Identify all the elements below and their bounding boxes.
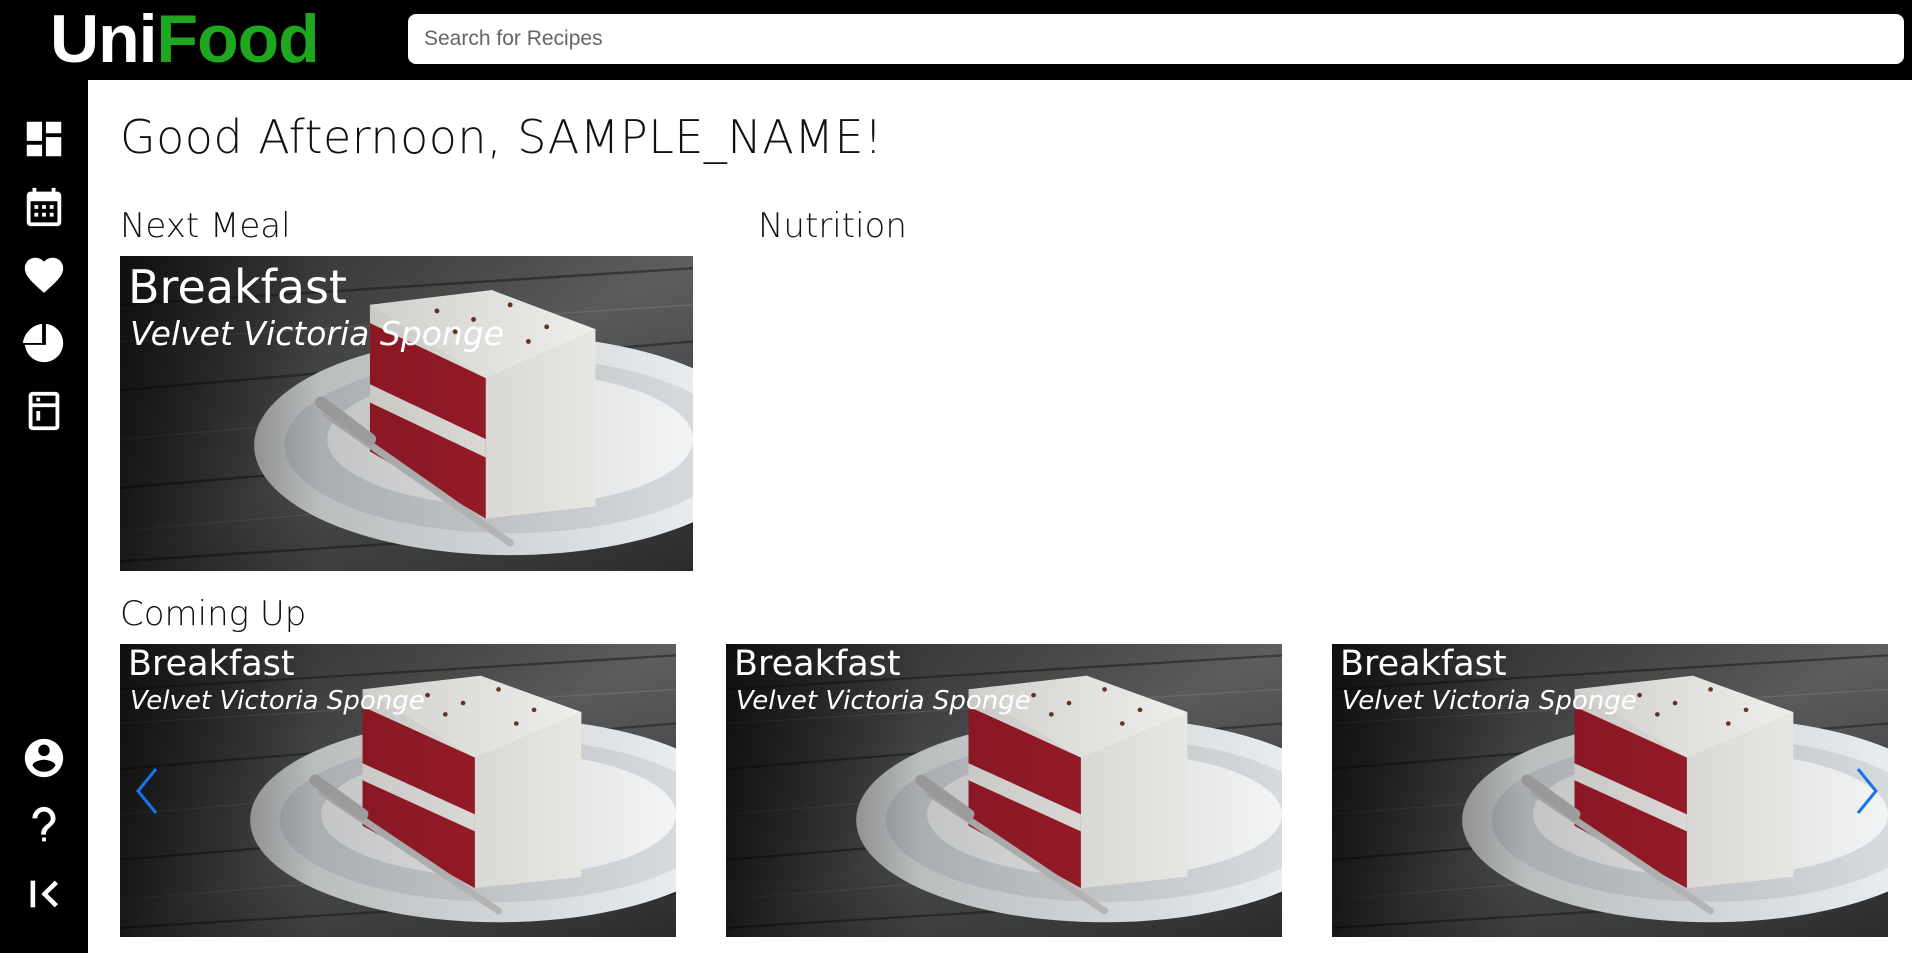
sidebar-item-nutrition[interactable] xyxy=(18,317,70,369)
dashboard-icon xyxy=(26,121,62,157)
calendar-icon xyxy=(26,187,62,227)
sidebar-item-account[interactable] xyxy=(18,732,70,784)
account-icon xyxy=(24,738,64,778)
meal-label: Breakfast xyxy=(734,644,901,684)
nutrition-heading: Nutrition xyxy=(758,206,907,246)
sidebar-item-fridge[interactable] xyxy=(18,385,70,437)
logo-text-uni: Uni xyxy=(50,1,158,77)
dish-name: Velvet Victoria Sponge xyxy=(736,686,1031,716)
sidebar-item-favourites[interactable] xyxy=(18,249,70,301)
sidebar-item-calendar[interactable] xyxy=(18,181,70,233)
dish-name: Velvet Victoria Sponge xyxy=(1342,686,1637,716)
dish-name: Velvet Victoria Sponge xyxy=(130,686,425,716)
coming-up-card[interactable]: Breakfast Velvet Victoria Sponge xyxy=(726,644,1282,937)
fridge-icon xyxy=(28,391,60,431)
coming-up-card[interactable]: Breakfast Velvet Victoria Sponge xyxy=(1332,644,1888,937)
next-meal-heading: Next Meal xyxy=(120,206,291,246)
page-title: Good Afternoon, SAMPLE_NAME! xyxy=(120,110,883,164)
sidebar-item-collapse[interactable] xyxy=(18,868,70,920)
carousel-prev-button[interactable] xyxy=(130,761,166,821)
logo-text-food: Food xyxy=(156,1,320,77)
search-input[interactable] xyxy=(408,14,1904,64)
top-bar: UniFood xyxy=(0,0,1912,80)
collapse-icon xyxy=(30,880,58,908)
carousel-next-button[interactable] xyxy=(1848,761,1884,821)
dish-name: Velvet Victoria Sponge xyxy=(130,314,505,353)
sidebar-item-dashboard[interactable] xyxy=(18,113,70,165)
meal-label: Breakfast xyxy=(1340,644,1507,684)
pie-chart-icon xyxy=(23,323,64,363)
next-meal-card[interactable]: Breakfast Velvet Victoria Sponge xyxy=(120,256,693,571)
main-content: Good Afternoon, SAMPLE_NAME! Next Meal N… xyxy=(88,80,1912,953)
coming-up-card[interactable]: Breakfast Velvet Victoria Sponge xyxy=(120,644,676,937)
help-icon xyxy=(32,806,56,842)
meal-label: Breakfast xyxy=(128,644,295,684)
coming-up-heading: Coming Up xyxy=(120,594,307,634)
sidebar xyxy=(0,80,88,953)
meal-label: Breakfast xyxy=(128,260,347,314)
app-logo[interactable]: UniFood xyxy=(50,0,320,80)
sidebar-item-help[interactable] xyxy=(18,800,70,852)
heart-icon xyxy=(24,257,64,293)
